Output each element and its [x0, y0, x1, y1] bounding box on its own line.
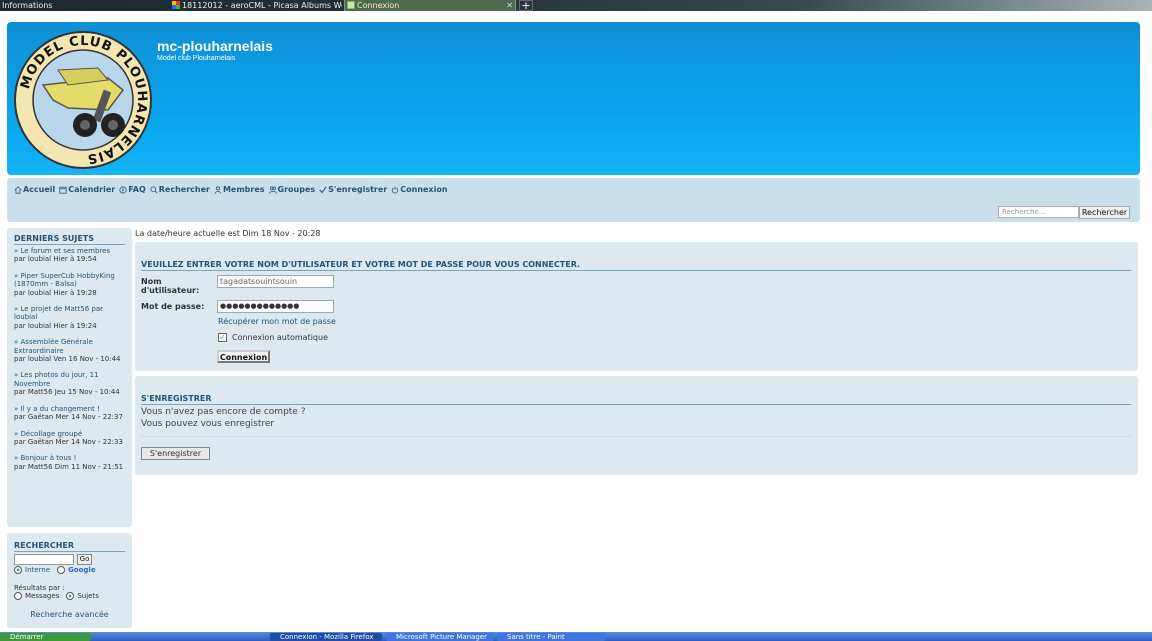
club-logo-icon: MODEL CLUB PLOUHARNELAIS: [14, 31, 152, 169]
register-button[interactable]: S'enregistrer: [141, 447, 210, 460]
username-label: Nom d'utilisateur:: [141, 277, 200, 295]
login-title: VEUILLEZ ENTRER VOTRE NOM D'UTILISATEUR …: [141, 260, 1131, 271]
help-icon: ?: [119, 185, 127, 194]
svg-text:?: ?: [122, 188, 125, 194]
recent-topic-item[interactable]: » Décollage groupé par Gaëtan Mer 14 Nov …: [14, 430, 125, 447]
recent-topic-item[interactable]: » Les photos du jour, 11 Novembre par Mat…: [14, 371, 125, 396]
sidebar-search-title: RECHERCHER: [14, 541, 125, 552]
nav-item-connexion[interactable]: Connexion: [391, 185, 448, 194]
browser-tab-picasa[interactable]: 18112012 - aeroCML - Picasa Albums Web: [170, 0, 342, 11]
register-panel: S'ENREGISTRER Vous n'avez pas encore de …: [135, 376, 1138, 475]
register-dotted-divider: [141, 436, 1131, 437]
login-submit-button[interactable]: Connexion: [217, 350, 270, 363]
current-datetime: La date/heure actuelle est Dim 18 Nov - …: [135, 229, 321, 238]
password-field[interactable]: ●●●●●●●●●●●●●: [217, 300, 334, 313]
os-taskbar: Démarrer Connexion - Mozilla Firefox Mic…: [0, 632, 1152, 641]
taskbar-item[interactable]: Sans titre - Paint: [497, 633, 605, 641]
radio-sujets[interactable]: [66, 592, 75, 600]
recent-topics-box: DERNIERS SUJETS » Le forum et ses membre…: [7, 228, 132, 527]
recent-topic-item[interactable]: » Piper SuperCub HobbyKing (1870mm - Bal…: [14, 272, 125, 297]
login-panel: VEUILLEZ ENTRER VOTRE NOM D'UTILISATEUR …: [135, 242, 1138, 371]
register-icon: [319, 185, 327, 193]
start-button[interactable]: Démarrer: [0, 633, 92, 641]
radio-messages[interactable]: [14, 592, 22, 600]
nav-item-senregistrer[interactable]: S'enregistrer: [319, 185, 387, 194]
recent-topic-item[interactable]: » Le projet de Matt56 par loubial par lou…: [14, 305, 125, 330]
club-logo[interactable]: MODEL CLUB PLOUHARNELAIS: [13, 30, 153, 170]
sidebar-go-button[interactable]: Go: [77, 554, 92, 565]
radio-google[interactable]: [57, 566, 66, 574]
register-title: S'ENREGISTRER: [141, 394, 1131, 405]
autologin-checkbox[interactable]: ✓: [218, 333, 227, 342]
user-icon: [214, 185, 222, 194]
password-label: Mot de passe:: [141, 302, 205, 311]
username-field[interactable]: tagadatsouintsouin: [217, 275, 334, 288]
group-icon: [268, 186, 277, 194]
new-tab-button[interactable]: +: [519, 0, 533, 11]
recent-topic-item[interactable]: » Il y a du changement ! par Gaëtan Mer 1…: [14, 405, 125, 422]
sidebar-search-input[interactable]: [14, 554, 74, 565]
site-description: Model club Plouharnelais: [157, 55, 236, 62]
nav-links: Accueil Calendrier ? FAQ Rechercher Memb…: [14, 185, 448, 194]
nav-item-accueil[interactable]: Accueil: [14, 185, 55, 194]
nav-item-faq[interactable]: ? FAQ: [119, 185, 146, 194]
site-title[interactable]: mc-plouharnelais: [157, 38, 273, 54]
forum-favicon-icon: [347, 1, 355, 9]
radio-interne[interactable]: [14, 566, 22, 574]
power-icon: [392, 186, 399, 193]
sidebar-search-box: RECHERCHER Go Interne Google Résultats p…: [7, 533, 132, 628]
calendar-icon: [59, 186, 67, 194]
nav-item-groupes[interactable]: Groupes: [268, 185, 315, 194]
taskbar-item[interactable]: Connexion - Mozilla Firefox: [270, 633, 382, 641]
header-search-button[interactable]: Rechercher: [1079, 206, 1130, 219]
picasa-favicon-icon: [172, 1, 180, 9]
recent-topics-title: DERNIERS SUJETS: [14, 234, 125, 245]
home-icon: [14, 185, 22, 194]
recent-topic-item[interactable]: » Assemblée Générale Extraordinaire par l…: [14, 338, 125, 363]
register-line-2: Vous pouvez vous enregistrer: [141, 419, 275, 429]
nav-item-membres[interactable]: Membres: [214, 185, 265, 194]
nav-item-rechercher[interactable]: Rechercher: [150, 185, 210, 194]
recent-topic-item[interactable]: » Bonjour à tous ! par Matt56 Dim 11 Nov …: [14, 454, 125, 471]
close-tab-icon[interactable]: ✕: [506, 0, 513, 11]
search-icon: [150, 185, 158, 193]
browser-tab-strip: Informations 18112012 - aeroCML - Picasa…: [0, 0, 1152, 11]
browser-tab-informations[interactable]: Informations: [0, 0, 168, 11]
nav-item-calendrier[interactable]: Calendrier: [59, 185, 115, 194]
autologin-label: Connexion automatique: [232, 333, 328, 342]
browser-tab-connexion[interactable]: Connexion ✕: [344, 0, 516, 11]
advanced-search-link[interactable]: Recherche avancée: [14, 610, 125, 619]
header-search-input[interactable]: Recherche...: [998, 206, 1079, 218]
recent-topic-item[interactable]: » Le forum et ses membres par loubial Hie…: [14, 247, 125, 264]
register-line-1: Vous n'avez pas encore de compte ?: [141, 407, 306, 417]
taskbar-item[interactable]: Microsoft Picture Manager: [386, 633, 494, 641]
forgot-password-link[interactable]: Récupérer mon mot de passe: [218, 317, 336, 326]
